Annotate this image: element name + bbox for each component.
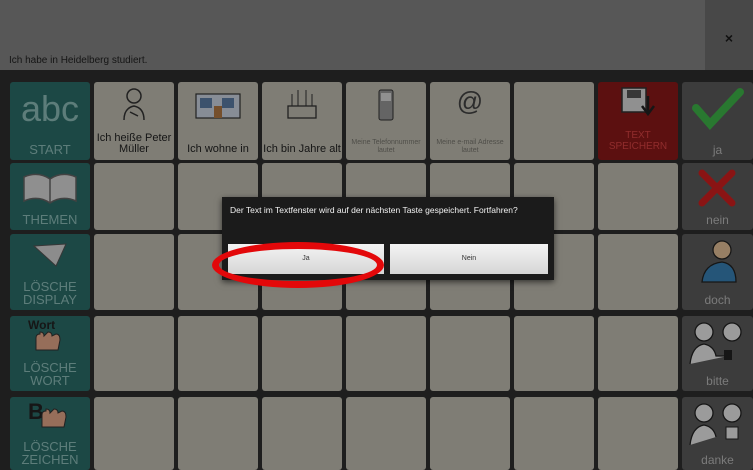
- start-label: START: [29, 142, 71, 158]
- bitte-label: bitte: [706, 374, 729, 389]
- text-speichern-label: TEXT SPEICHERN: [608, 130, 668, 152]
- loesche-wort-button[interactable]: Wort LÖSCHE WORT: [10, 316, 90, 391]
- people-icon: [689, 403, 742, 445]
- loesche-display-button[interactable]: LÖSCHE DISPLAY: [10, 234, 90, 310]
- empty-cell[interactable]: [346, 316, 426, 391]
- text-display-content: Ich habe in Heidelberg studiert.: [9, 55, 148, 66]
- dialog-no-button[interactable]: Nein: [390, 244, 548, 274]
- house-icon: [195, 93, 241, 119]
- close-button[interactable]: ×: [705, 0, 753, 70]
- tile-telefonnummer-label: Meine Telefonnummer lautet: [351, 139, 421, 154]
- loesche-zeichen-label: LÖSCHE ZEICHEN: [21, 438, 79, 468]
- tile-ich-bin-jahre-alt[interactable]: Ich bin Jahre alt: [262, 82, 342, 160]
- start-button[interactable]: abc START: [10, 82, 90, 160]
- empty-cell[interactable]: [598, 316, 678, 391]
- cross-icon: [698, 169, 736, 207]
- tile-email-label: Meine e-mail Adresse lautet: [436, 139, 504, 154]
- eraser-icon: [32, 243, 67, 267]
- text-speichern-button[interactable]: TEXT SPEICHERN: [598, 82, 678, 160]
- hand-icon: [41, 408, 67, 428]
- highlight-ring: [212, 242, 384, 288]
- empty-cell[interactable]: [514, 316, 594, 391]
- doch-label: doch: [704, 293, 731, 308]
- cake-icon: [287, 90, 317, 119]
- bitte-button[interactable]: bitte: [682, 316, 753, 391]
- people-icon: [689, 322, 742, 365]
- person-icon: [123, 88, 145, 121]
- tile-ich-wohne-label: Ich wohne in: [187, 143, 249, 156]
- tile-email[interactable]: @ Meine e-mail Adresse lautet: [430, 82, 510, 160]
- save-icon: [621, 87, 655, 117]
- empty-cell[interactable]: [514, 82, 594, 160]
- themen-label: THEMEN: [22, 212, 78, 228]
- nein-button[interactable]: nein: [682, 163, 753, 230]
- empty-cell[interactable]: [94, 163, 174, 230]
- danke-label: danke: [701, 453, 734, 468]
- empty-cell[interactable]: [514, 397, 594, 470]
- empty-cell[interactable]: [178, 397, 258, 470]
- empty-cell[interactable]: [262, 316, 342, 391]
- close-icon: ×: [724, 30, 734, 46]
- empty-cell[interactable]: [178, 316, 258, 391]
- loesche-display-label: LÖSCHE DISPLAY: [23, 278, 77, 308]
- phone-icon: [378, 89, 394, 121]
- empty-cell[interactable]: [94, 316, 174, 391]
- ja-label: ja: [712, 143, 723, 158]
- tile-ich-heisse-label: Ich heiße Peter Müller: [96, 131, 172, 156]
- dialog-message: Der Text im Textfenster wird auf der näc…: [230, 205, 518, 215]
- empty-cell[interactable]: [598, 397, 678, 470]
- tile-ich-heisse[interactable]: Ich heiße Peter Müller: [94, 82, 174, 160]
- empty-cell[interactable]: [94, 234, 174, 310]
- loesche-wort-label: LÖSCHE WORT: [23, 359, 77, 389]
- abc-label: abc: [20, 88, 80, 129]
- danke-button[interactable]: danke: [682, 397, 753, 470]
- empty-cell[interactable]: [598, 163, 678, 230]
- loesche-zeichen-button[interactable]: B LÖSCHE ZEICHEN: [10, 397, 90, 470]
- empty-cell[interactable]: [430, 316, 510, 391]
- tile-ich-bin-jahre-alt-label: Ich bin Jahre alt: [263, 143, 341, 156]
- at-icon: @: [456, 86, 484, 116]
- themen-button[interactable]: THEMEN: [10, 163, 90, 230]
- tile-ich-wohne[interactable]: Ich wohne in: [178, 82, 258, 160]
- tile-telefonnummer[interactable]: Meine Telefonnummer lautet: [346, 82, 426, 160]
- hand-icon: [35, 331, 61, 351]
- empty-cell[interactable]: [262, 397, 342, 470]
- empty-cell[interactable]: [346, 397, 426, 470]
- text-display: Ich habe in Heidelberg studiert.: [0, 0, 705, 70]
- book-icon: [23, 173, 77, 204]
- empty-cell[interactable]: [430, 397, 510, 470]
- doch-button[interactable]: doch: [682, 234, 753, 310]
- ja-button[interactable]: ja: [682, 82, 753, 160]
- person-icon: [701, 240, 737, 283]
- checkmark-icon: [692, 88, 744, 130]
- empty-cell[interactable]: [94, 397, 174, 470]
- nein-label: nein: [706, 213, 729, 228]
- empty-cell[interactable]: [598, 234, 678, 310]
